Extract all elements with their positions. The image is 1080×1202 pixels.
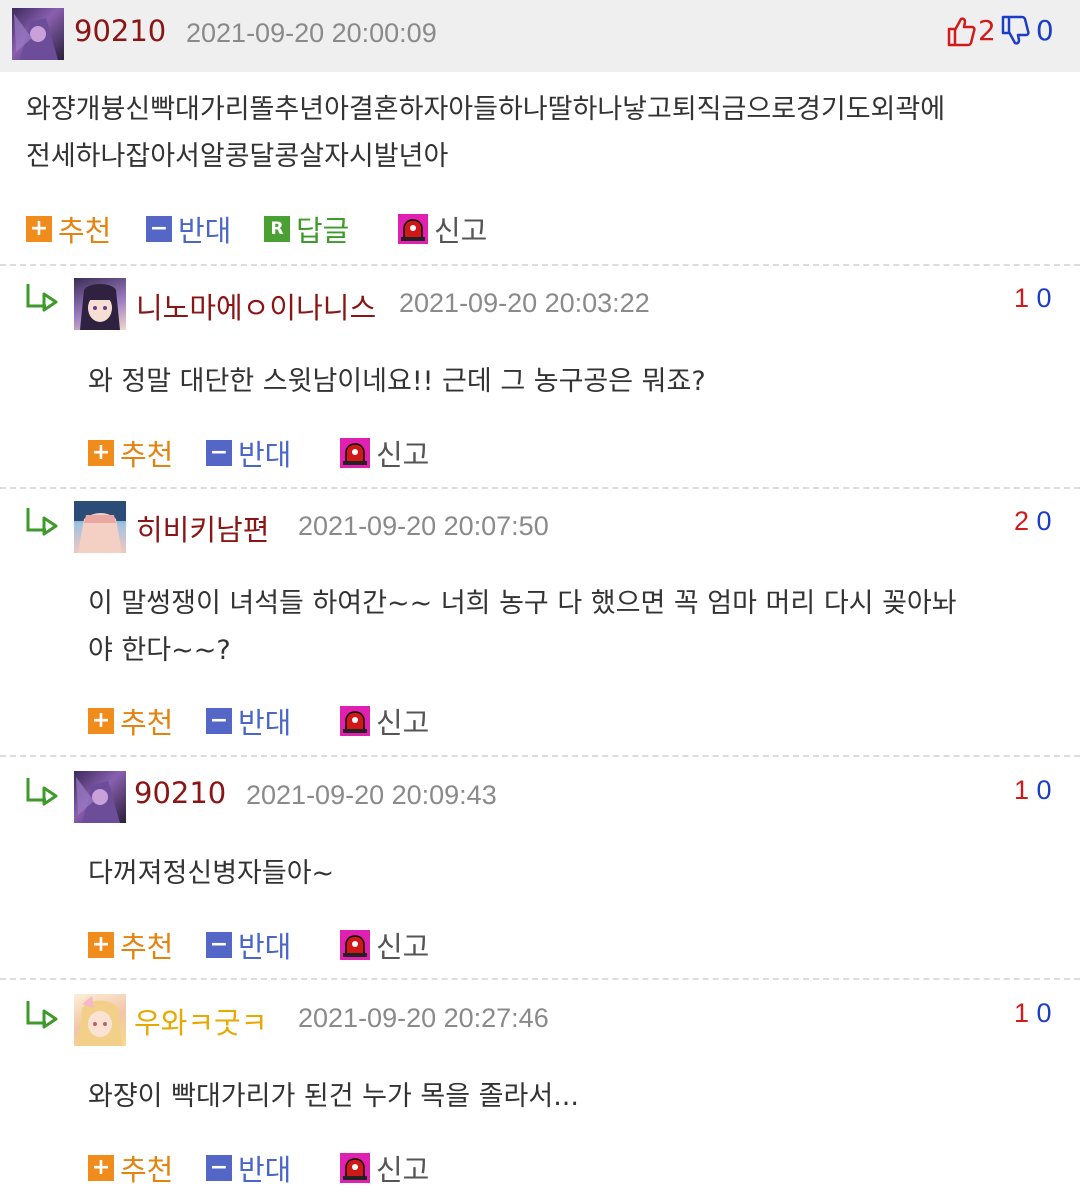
reply-arrow-icon (24, 506, 60, 538)
comment-recommend-button[interactable]: + 추천 (88, 924, 173, 966)
comment-oppose-button[interactable]: − 반대 (206, 1147, 291, 1189)
minus-icon: − (206, 932, 232, 958)
comment-report-button[interactable]: 신고 (340, 924, 429, 966)
comment-body: 와 정말 대단한 스윗남이네요!! 근데 그 농구공은 뭐죠? (88, 358, 1058, 405)
plus-icon: + (26, 216, 52, 242)
post-recommend-button[interactable]: + 추천 (26, 208, 111, 250)
post-up-count: 2 (978, 14, 996, 47)
plus-icon: + (88, 708, 114, 734)
thumbs-up-icon[interactable] (946, 15, 976, 47)
comment-report-button[interactable]: 신고 (340, 1147, 429, 1189)
comment-recommend-button[interactable]: + 추천 (88, 1147, 173, 1189)
comment-date: 2021-09-20 20:03:22 (399, 288, 650, 318)
comment-oppose-button[interactable]: − 반대 (206, 432, 291, 474)
post-author-nickname[interactable]: 90210 (74, 14, 166, 48)
comment-votes: 1 0 (1014, 283, 1052, 314)
comment-recommend-button[interactable]: + 추천 (88, 432, 173, 474)
comment-body: 이 말썽쟁이 녀석들 하여간~~ 너희 농구 다 했으면 꼭 엄마 머리 다시 … (88, 580, 1058, 674)
comment-date: 2021-09-20 20:07:50 (298, 511, 549, 541)
divider (0, 487, 1080, 489)
comment-recommend-button[interactable]: + 추천 (88, 700, 173, 742)
comment-up-count: 1 (1014, 283, 1030, 313)
divider (0, 264, 1080, 266)
post-reply-button[interactable]: R 답글 (264, 208, 349, 250)
reply-arrow-icon (24, 776, 60, 808)
plus-icon: + (88, 1155, 114, 1181)
reply-arrow-icon (24, 282, 60, 314)
minus-icon: − (206, 440, 232, 466)
reply-badge-icon: R (264, 216, 290, 242)
comment-nickname[interactable]: 우와ㅋ굿ㅋ (134, 1000, 267, 1042)
plus-icon: + (88, 932, 114, 958)
post-oppose-button[interactable]: − 반대 (146, 208, 231, 250)
post-author-avatar[interactable] (12, 8, 64, 60)
comment-report-button[interactable]: 신고 (340, 432, 429, 474)
comment-avatar[interactable] (74, 278, 126, 330)
comment-down-count: 0 (1036, 998, 1052, 1028)
comment-body-line: 야 한다~~? (88, 635, 231, 666)
divider (0, 755, 1080, 757)
siren-icon (340, 438, 370, 468)
post-down-count: 0 (1035, 14, 1054, 47)
post-report-button[interactable]: 신고 (398, 208, 487, 250)
siren-icon (398, 214, 428, 244)
post-votes: 2 0 (946, 14, 1054, 47)
divider (0, 978, 1080, 980)
comment-date: 2021-09-20 20:27:46 (298, 1003, 549, 1033)
reply-arrow-icon (24, 999, 60, 1031)
comment-oppose-button[interactable]: − 반대 (206, 924, 291, 966)
comment-up-count: 1 (1014, 775, 1030, 805)
comment-down-count: 0 (1036, 283, 1052, 313)
comment-nickname[interactable]: 90210 (134, 776, 226, 810)
comment-votes: 1 0 (1014, 775, 1052, 806)
post-body-line: 와쟝개븅신빡대가리똘추년아결혼하자아들하나딸하나낳고퇴직금으로경기도외곽에 (26, 94, 946, 125)
comment-oppose-button[interactable]: − 반대 (206, 700, 291, 742)
siren-icon (340, 930, 370, 960)
comment-nickname[interactable]: 히비키남편 (136, 507, 269, 549)
comment-avatar[interactable] (74, 501, 126, 553)
comment-date: 2021-09-20 20:09:43 (246, 780, 497, 810)
comment-body-line: 이 말썽쟁이 녀석들 하여간~~ 너희 농구 다 했으면 꼭 엄마 머리 다시 … (88, 588, 957, 619)
comment-body: 와쟝이 빡대가리가 된건 누가 목을 졸라서... (88, 1073, 1058, 1120)
comment-nickname[interactable]: 니노마에ㅇ이나니스 (136, 285, 376, 327)
comment-down-count: 0 (1036, 506, 1052, 536)
comment-down-count: 0 (1036, 775, 1052, 805)
comment-avatar[interactable] (74, 771, 126, 823)
comment-up-count: 2 (1014, 506, 1030, 536)
minus-icon: − (146, 216, 172, 242)
minus-icon: − (206, 1155, 232, 1181)
thumbs-down-icon[interactable] (1000, 15, 1030, 47)
post-body: 와쟝개븅신빡대가리똘추년아결혼하자아들하나딸하나낳고퇴직금으로경기도외곽에 전세… (26, 86, 1071, 180)
siren-icon (340, 1153, 370, 1183)
siren-icon (340, 706, 370, 736)
comment-votes: 2 0 (1014, 506, 1052, 537)
comment-body: 다꺼져정신병자들아~ (88, 850, 1058, 897)
post-body-line: 전세하나잡아서알콩달콩살자시발년아 (26, 141, 449, 172)
comment-avatar[interactable] (74, 994, 126, 1046)
comment-votes: 1 0 (1014, 998, 1052, 1029)
comment-report-button[interactable]: 신고 (340, 700, 429, 742)
plus-icon: + (88, 440, 114, 466)
comment-body-line: 와 정말 대단한 스윗남이네요!! 근데 그 농구공은 뭐죠? (88, 366, 706, 397)
comment-body-line: 와쟝이 빡대가리가 된건 누가 목을 졸라서... (88, 1081, 579, 1112)
comment-body-line: 다꺼져정신병자들아~ (88, 858, 335, 889)
minus-icon: − (206, 708, 232, 734)
comment-up-count: 1 (1014, 998, 1030, 1028)
post-date: 2021-09-20 20:00:09 (186, 18, 437, 48)
